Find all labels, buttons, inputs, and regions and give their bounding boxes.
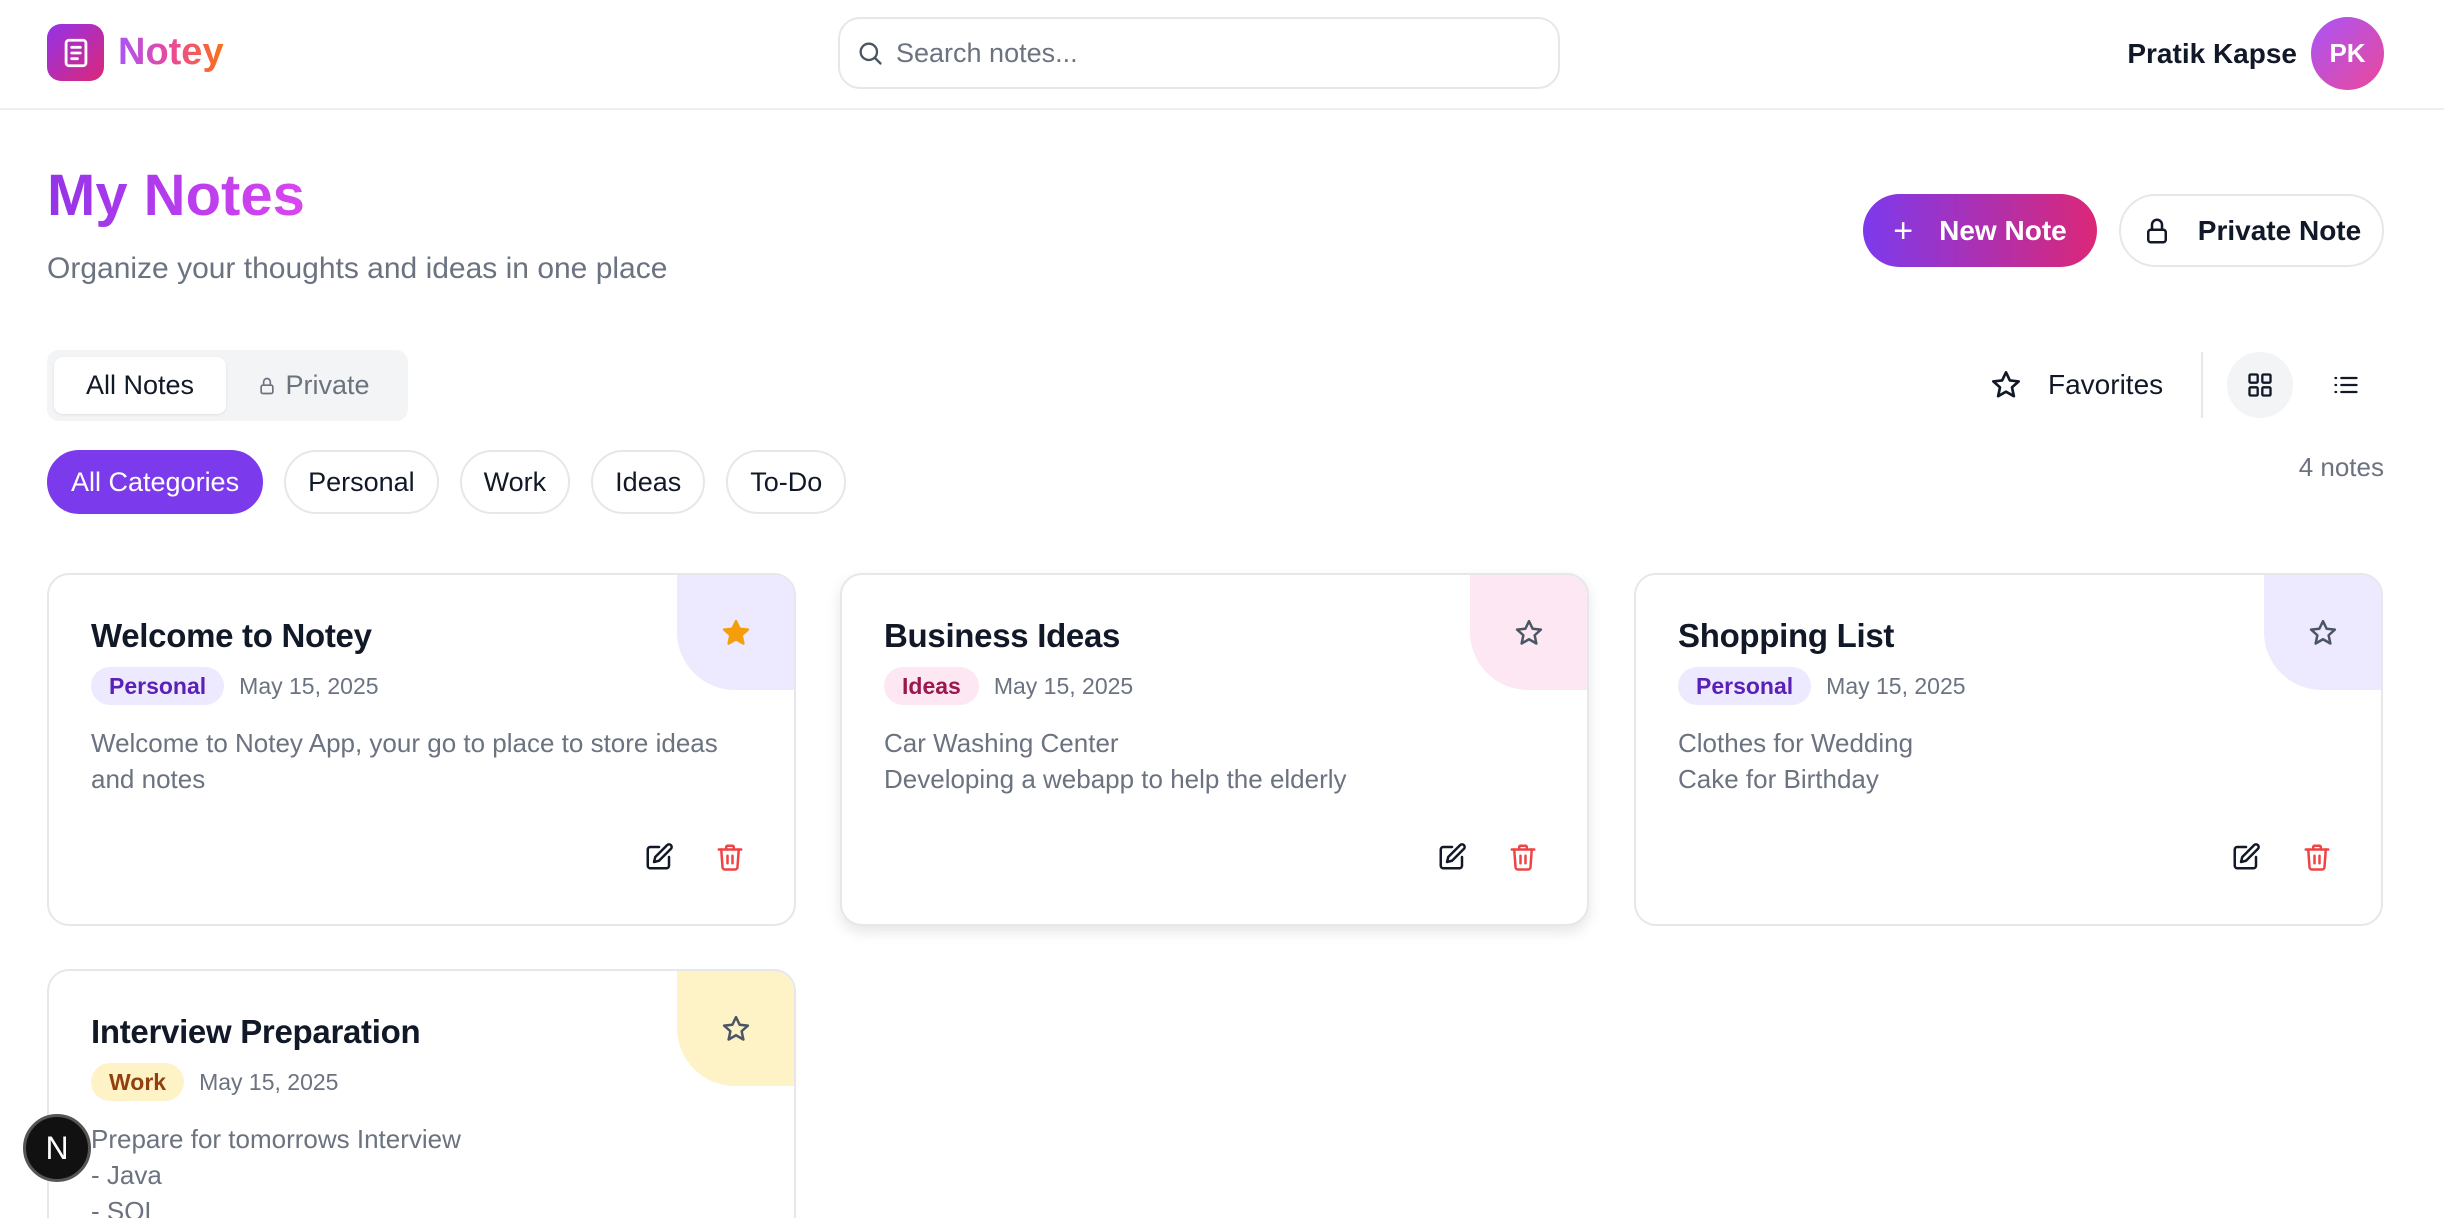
new-note-button[interactable]: + New Note [1863,194,2097,267]
note-body: Car Washing Center Developing a webapp t… [884,725,1554,797]
favorite-toggle[interactable] [1470,575,1587,690]
lock-icon [260,377,275,394]
page-subtitle: Organize your thoughts and ideas in one … [47,252,668,285]
notes-count: 4 notes [2298,452,2384,482]
favorite-toggle[interactable] [2264,575,2381,690]
divider [2201,352,2203,418]
note-title: Interview Preparation [91,1013,421,1050]
star-icon [722,619,749,645]
edit-icon [646,843,673,870]
notes-tabs: All Notes Private [47,350,408,421]
app-logo[interactable]: Notey [47,24,224,81]
delete-button[interactable] [1501,835,1545,879]
tab-label: All Notes [85,370,195,400]
grid-icon [2248,373,2272,397]
note-date: May 15, 2025 [1826,672,1966,699]
note-card[interactable]: Business Ideas Ideas May 15, 2025 Car Wa… [840,573,1589,926]
note-date: May 15, 2025 [199,1068,339,1095]
edit-button[interactable] [1430,835,1474,879]
note-date: May 15, 2025 [993,672,1134,699]
category-tag: Personal [91,667,225,705]
note-card[interactable]: Interview Preparation Work May 15, 2025 … [47,969,796,1218]
note-line: Developing a webapp to help the elderly [884,764,1347,794]
avatar[interactable]: PK [2311,17,2384,90]
trash-icon [2304,844,2330,871]
category-tag: Ideas [884,667,979,705]
private-note-button[interactable]: Private Note [2119,194,2384,267]
note-title: Business Ideas [884,617,1121,654]
note-line: - SQL [91,1196,159,1218]
note-line: Car Washing Center [884,728,1119,758]
list-view-button[interactable] [2313,352,2379,418]
edit-icon [2233,843,2260,870]
user-menu[interactable]: Pratik Kapse PK [2127,17,2384,90]
lock-icon [2146,218,2167,243]
user-name: Pratik Kapse [2127,37,2297,69]
category-personal[interactable]: Personal [284,450,439,514]
star-icon [722,1015,749,1041]
list-icon [2334,376,2358,394]
tab-label: Private [285,370,370,400]
notebook-icon [47,24,104,81]
app-name: Notey [118,31,224,73]
trash-icon [717,844,743,871]
star-icon [1992,371,2020,398]
note-line: Prepare for tomorrows Interview [91,1124,461,1154]
category-all[interactable]: All Categories [47,450,264,514]
dev-tools-button[interactable]: N [23,1114,91,1182]
note-body: Welcome to Notey App, your go to place t… [91,725,761,797]
note-line: Welcome to Notey App, your go to place t… [91,728,718,758]
note-title: Shopping List [1678,617,1895,654]
note-line: and notes [91,764,206,794]
edit-icon [1439,843,1466,870]
category-filters: All Categories Personal Work Ideas To-Do [47,450,867,514]
note-body: Prepare for tomorrows Interview - Java -… [91,1121,761,1218]
delete-button[interactable] [708,835,752,879]
category-work[interactable]: Work [459,450,571,514]
category-todo[interactable]: To-Do [726,450,847,514]
delete-button[interactable] [2295,835,2339,879]
star-icon [1515,619,1542,645]
trash-icon [1510,844,1536,871]
new-note-label: New Note [1939,214,2067,246]
page-title: My Notes [47,163,305,228]
note-title: Welcome to Notey [91,617,372,654]
private-note-label: Private Note [2197,214,2362,246]
favorites-label: Favorites [2048,369,2164,400]
favorite-toggle[interactable] [677,971,794,1086]
note-card[interactable]: Welcome to Notey Personal May 15, 2025 W… [47,573,796,926]
note-card[interactable]: Shopping List Personal May 15, 2025 Clot… [1634,573,2383,926]
tab-private[interactable]: Private [226,357,401,414]
category-tag: Personal [1678,667,1812,705]
search-input[interactable] [896,37,1516,69]
favorites-filter-button[interactable]: Favorites [1990,360,2163,410]
edit-button[interactable] [637,835,681,879]
favorite-toggle[interactable] [677,575,794,690]
note-body: Clothes for Wedding Cake for Birthday [1678,725,2348,797]
note-line: Clothes for Wedding [1678,728,1914,758]
note-line: Cake for Birthday [1678,764,1879,794]
note-date: May 15, 2025 [239,672,379,699]
search-icon [859,42,882,65]
grid-view-button[interactable] [2227,352,2293,418]
category-ideas[interactable]: Ideas [591,450,706,514]
top-bar: Notey Pratik Kapse PK [0,0,2444,110]
tab-all-notes[interactable]: All Notes [54,357,226,414]
edit-button[interactable] [2224,835,2268,879]
plus-icon: + [1893,211,1914,250]
search-bar[interactable] [838,17,1560,89]
star-icon [2309,619,2336,645]
note-line: - Java [91,1160,162,1190]
category-tag: Work [91,1063,185,1101]
